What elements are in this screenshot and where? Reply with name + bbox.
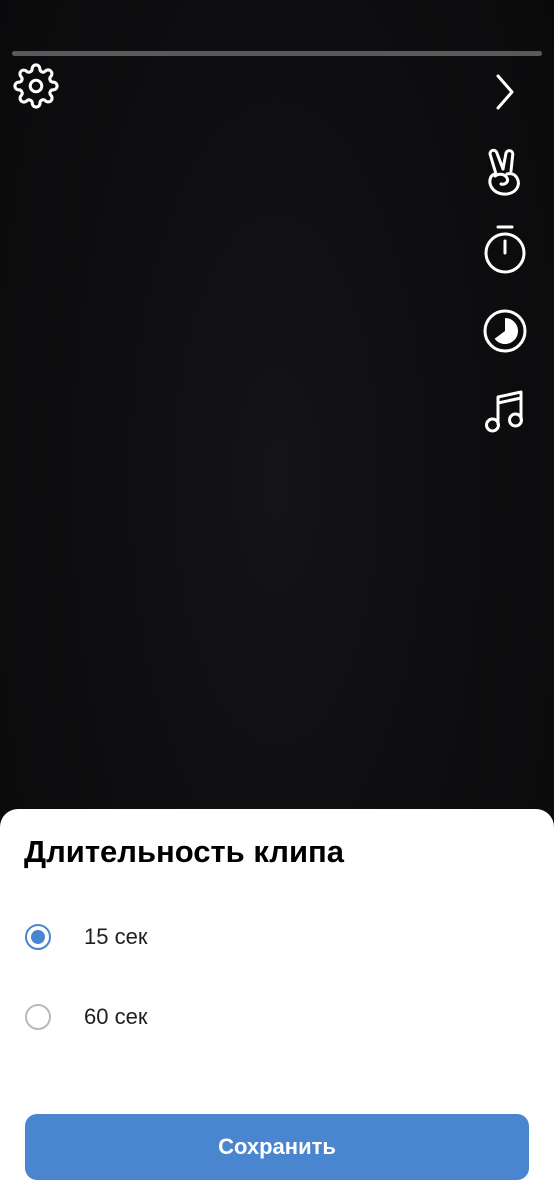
recording-progress-bar: [12, 51, 542, 56]
music-button[interactable]: [480, 386, 530, 436]
duration-option-15[interactable]: 15 сек: [22, 913, 532, 961]
settings-icon: [13, 63, 59, 109]
radio-button-unchecked[interactable]: [25, 1004, 51, 1030]
duration-option-60[interactable]: 60 сек: [22, 993, 532, 1041]
sheet-title: Длительность клипа: [24, 834, 344, 869]
speed-icon: [482, 308, 528, 354]
chevron-right-icon: [489, 70, 519, 114]
timer-button[interactable]: [480, 222, 530, 276]
gesture-button[interactable]: [480, 146, 530, 198]
music-icon: [483, 388, 527, 434]
settings-button[interactable]: [12, 62, 60, 110]
speed-button[interactable]: [480, 306, 530, 356]
next-button[interactable]: [482, 66, 526, 118]
radio-button-checked[interactable]: [25, 924, 51, 950]
gesture-icon: [482, 147, 528, 197]
option-label: 60 сек: [84, 1004, 148, 1029]
option-label: 15 сек: [84, 924, 148, 949]
timer-icon: [482, 223, 528, 275]
save-button[interactable]: Сохранить: [25, 1114, 529, 1180]
